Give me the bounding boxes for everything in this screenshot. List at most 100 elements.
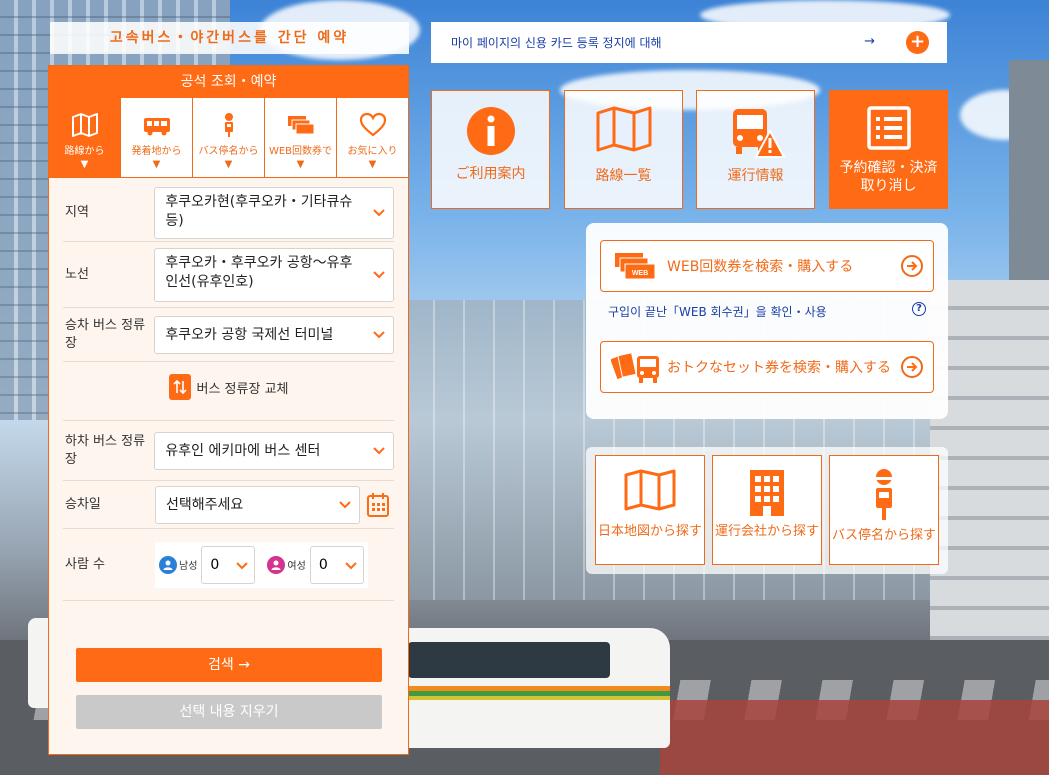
date-select[interactable]: 선택해주세요 <box>155 485 360 524</box>
clear-selection-button[interactable]: 선택 내용 지우기 <box>76 695 382 729</box>
tab-label: お気に入り <box>347 146 398 157</box>
chevron-down-icon <box>373 208 385 216</box>
female-count-value: 0 <box>318 556 328 573</box>
board-value: 후쿠오카 공항 국제선 터미널 <box>165 326 334 343</box>
bus-warning-icon <box>732 109 785 158</box>
alight-value: 유후인 에키마에 버스 센터 <box>165 442 321 459</box>
chevron-down-icon <box>373 330 385 338</box>
tile-label: 予約確認・決済取り消し <box>839 160 938 194</box>
notice-text: 마이 페이지의 신용 카드 등록 정지에 대해 <box>451 36 662 50</box>
calendar-icon[interactable] <box>366 492 390 518</box>
search-form: 지역 후쿠오카현(후쿠오카・기타큐슈 등) 노선 후쿠오카・후쿠오카 공항～유후… <box>49 178 408 601</box>
male-icon <box>159 555 177 574</box>
help-icon[interactable]: ? <box>912 302 926 316</box>
building-icon <box>750 470 784 516</box>
bus-icon <box>143 118 170 136</box>
search-by-bus-stop-tile[interactable]: バス停名から探す <box>829 455 939 565</box>
tile-label: バス停名から探す <box>831 528 936 543</box>
notice-bar[interactable]: 마이 페이지의 신용 카드 등록 정지에 대해 → + <box>431 22 947 63</box>
tab-arrow-icon: ▼ <box>152 159 161 170</box>
usage-guide-tile[interactable]: ご利用案内 <box>431 90 550 209</box>
arrow-circle-icon <box>901 255 923 277</box>
female-label: 여성 <box>287 561 306 572</box>
service-info-tile[interactable]: 運行情報 <box>696 90 815 209</box>
tile-label: 日本地図から探す <box>597 524 702 539</box>
female-count-select[interactable]: 0 <box>309 545 364 584</box>
search-button[interactable]: 검색 → <box>76 648 382 682</box>
bus-stop-icon <box>224 113 233 137</box>
tab-by-origin[interactable]: 発着地から ▼ <box>121 98 193 177</box>
map-icon <box>624 469 676 511</box>
search-options-panel: 日本地図から探す 運行会社から探す バス停名から探す <box>586 447 948 574</box>
set-ticket-button[interactable]: おトクなセット券を検索・購入する <box>600 341 934 393</box>
swap-arrows-icon <box>172 379 187 395</box>
tile-label: 運行情報 <box>727 168 784 184</box>
tile-label: 運行会社から探す <box>714 524 819 539</box>
panel-title: 공석 조회・예약 <box>49 66 408 98</box>
search-by-japan-map-tile[interactable]: 日本地図から探す <box>595 455 705 565</box>
tab-by-bus-stop[interactable]: バス停名から ▼ <box>193 98 265 177</box>
web-badge-text: WEB <box>632 270 648 277</box>
search-by-operator-tile[interactable]: 運行会社から探す <box>712 455 822 565</box>
tile-label: 路線一覧 <box>595 168 652 184</box>
tab-label: 路線から <box>64 146 105 157</box>
male-count-select[interactable]: 0 <box>201 545 256 584</box>
set-ticket-bus-icon <box>611 352 659 383</box>
route-row: 노선 후쿠오카・후쿠오카 공항～유후인선(유후인호) <box>63 242 394 308</box>
date-label: 승차일 <box>65 496 101 512</box>
swap-label: 버스 정류장 교체 <box>196 381 289 397</box>
region-row: 지역 후쿠오카현(후쿠오카・기타큐슈 등) <box>63 178 394 242</box>
tab-by-web-ticket[interactable]: WEB回数券で ▼ <box>265 98 337 177</box>
list-icon <box>866 106 911 150</box>
arrow-circle-icon <box>901 356 923 378</box>
region-select[interactable]: 후쿠오카현(후쿠오카・기타큐슈 등) <box>154 186 394 239</box>
swap-row: 버스 정류장 교체 <box>63 362 394 421</box>
board-label: 승차 버스 정류장 <box>65 317 146 351</box>
tab-by-route[interactable]: 路線から ▼ <box>49 98 121 177</box>
people-selectors: 남성 0 여성 0 <box>155 541 368 588</box>
alight-label: 하차 버스 정류장 <box>65 433 146 467</box>
tab-label: バス停名から <box>198 146 259 157</box>
web-ticket-label: WEB回数券を検索・購入する <box>667 259 854 275</box>
arrow-right-icon: → <box>864 34 875 49</box>
tab-arrow-icon: ▼ <box>224 159 233 170</box>
easy-booking-banner: 고속버스・야간버스를 간단 예약 <box>50 22 409 54</box>
ticket-panel: WEB WEB回数券を検索・購入する 구입이 끝난「WEB 회수권」을 확인・사… <box>586 223 948 419</box>
route-value: 후쿠오카・후쿠오카 공항～유후인선(유후인호) <box>165 254 353 290</box>
search-tabs: 路線から ▼ 発着地から ▼ バス停名から ▼ WEB回数券で ▼ お気に入り … <box>49 98 408 178</box>
route-select[interactable]: 후쿠오카・후쿠오카 공항～유후인선(유후인호) <box>154 247 394 302</box>
region-label: 지역 <box>65 204 89 220</box>
bus-stop-icon <box>876 469 892 520</box>
purchased-ticket-link[interactable]: 구입이 끝난「WEB 회수권」을 확인・사용 <box>608 303 827 320</box>
tile-label: ご利用案内 <box>455 166 526 182</box>
male-label: 남성 <box>179 561 198 572</box>
alight-select[interactable]: 유후인 에키마에 버스 센터 <box>154 431 394 470</box>
web-tickets-icon: WEB <box>615 253 656 280</box>
female-icon <box>267 555 286 574</box>
tab-favorites[interactable]: お気に入り ▼ <box>337 98 408 177</box>
reservation-confirm-tile[interactable]: 予約確認・決済取り消し <box>829 90 948 209</box>
tab-label: WEB回数券で <box>268 146 333 157</box>
swap-button[interactable] <box>168 374 191 400</box>
info-icon <box>466 107 515 155</box>
tab-arrow-icon: ▼ <box>296 159 305 170</box>
chevron-down-icon <box>373 446 385 454</box>
heart-icon <box>359 112 386 137</box>
tab-arrow-icon: ▼ <box>368 159 377 170</box>
route-list-tile[interactable]: 路線一覧 <box>564 90 683 209</box>
chevron-down-icon <box>345 561 357 569</box>
tab-label: 発着地から <box>131 146 182 157</box>
map-icon <box>71 113 98 137</box>
board-select[interactable]: 후쿠오카 공항 국제선 터미널 <box>154 315 394 354</box>
tickets-icon <box>287 116 314 135</box>
set-ticket-label: おトクなセット券を検索・購入する <box>667 360 891 376</box>
plus-icon[interactable]: + <box>906 31 929 54</box>
tab-arrow-icon: ▼ <box>80 159 89 170</box>
booking-panel: 공석 조회・예약 路線から ▼ 発着地から ▼ バス停名から ▼ WEB回数券で… <box>48 65 409 755</box>
date-value: 선택해주세요 <box>166 496 244 513</box>
web-ticket-button[interactable]: WEB WEB回数券を検索・購入する <box>600 240 934 292</box>
male-count-value: 0 <box>210 556 220 573</box>
map-icon <box>596 106 651 152</box>
people-row: 사람 수 남성 0 여성 0 <box>63 529 394 601</box>
chevron-down-icon <box>236 561 249 569</box>
